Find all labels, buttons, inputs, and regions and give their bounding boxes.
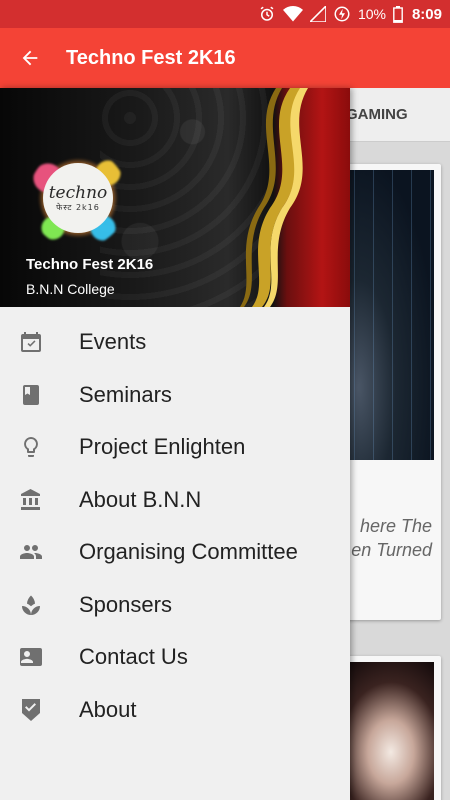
battery-percent: 10% [357, 6, 386, 22]
menu-item-contact-us[interactable]: Contact Us [0, 631, 350, 684]
institution-icon [0, 488, 62, 512]
drawer-header-title: Techno Fest 2K16 [26, 256, 154, 273]
book-icon [0, 383, 62, 407]
app-bar: Techno Fest 2K16 [0, 28, 450, 88]
people-icon [0, 540, 62, 564]
status-bar: 10% 8:09 [0, 0, 450, 28]
menu-item-organising-committee[interactable]: Organising Committee [0, 526, 350, 579]
drawer-menu: Events Seminars Project Enlighten About … [0, 316, 350, 736]
event-icon [0, 330, 62, 354]
signal-icon [309, 6, 326, 22]
alarm-icon [258, 5, 276, 23]
menu-item-project-enlighten[interactable]: Project Enlighten [0, 421, 350, 474]
verified-shield-icon [0, 698, 62, 722]
drawer-header: techno फेस्ट 2k16 Techno Fest 2K16 B.N.N… [0, 88, 350, 307]
spa-icon [0, 593, 62, 617]
menu-item-about[interactable]: About [0, 684, 350, 737]
battery-saver-icon [333, 5, 351, 23]
battery-icon [393, 5, 403, 23]
menu-item-sponsers[interactable]: Sponsers [0, 579, 350, 632]
menu-item-events[interactable]: Events [0, 316, 350, 369]
app-title: Techno Fest 2K16 [66, 46, 236, 69]
drawer-header-subtitle: B.N.N College [26, 281, 115, 297]
arrow-back-icon [22, 50, 38, 66]
menu-item-about-bnn[interactable]: About B.N.N [0, 474, 350, 527]
navigation-drawer: techno फेस्ट 2k16 Techno Fest 2K16 B.N.N… [0, 88, 350, 800]
menu-item-seminars[interactable]: Seminars [0, 369, 350, 422]
fest-logo: techno फेस्ट 2k16 [28, 148, 128, 248]
contact-card-icon [0, 645, 62, 669]
clock: 8:09 [411, 5, 442, 23]
back-button[interactable] [0, 28, 60, 88]
lightbulb-icon [0, 435, 62, 459]
wifi-icon [282, 6, 303, 22]
tab-gaming[interactable]: GAMING [346, 106, 408, 123]
